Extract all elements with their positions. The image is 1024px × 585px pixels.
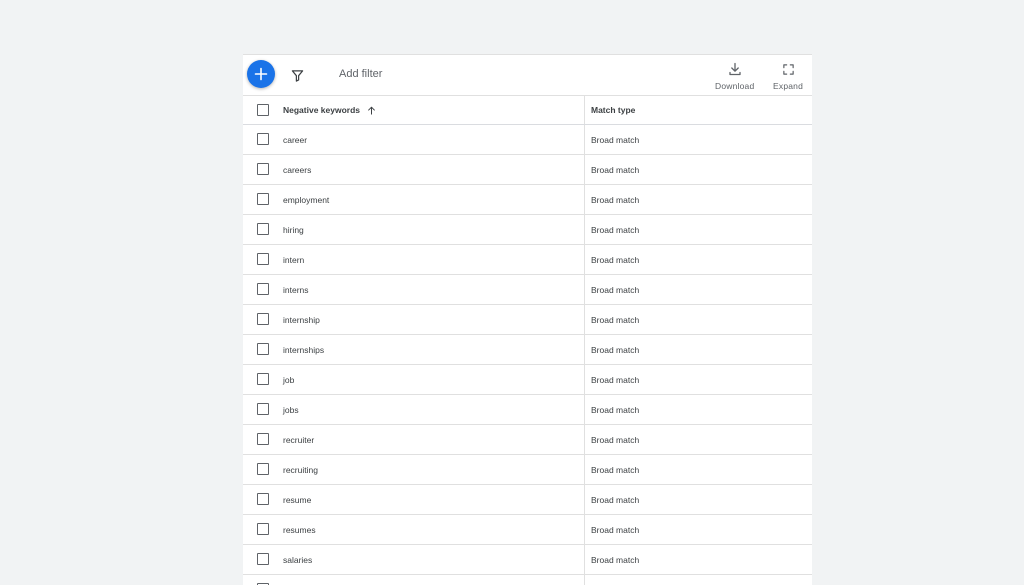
keyword-cell: internship bbox=[283, 314, 320, 325]
keyword-cell: employment bbox=[283, 194, 330, 205]
match-type-cell: Broad match bbox=[584, 575, 812, 585]
select-all-checkbox[interactable] bbox=[257, 104, 269, 116]
match-type-cell: Broad match bbox=[584, 215, 812, 244]
table-row[interactable]: interns Broad match bbox=[243, 275, 812, 305]
table-row[interactable]: recruiter Broad match bbox=[243, 425, 812, 455]
row-checkbox[interactable] bbox=[257, 373, 269, 385]
match-type-cell: Broad match bbox=[584, 395, 812, 424]
table-body: career Broad match careers Broad match emplo… bbox=[243, 125, 812, 585]
table-row[interactable]: resume Broad match bbox=[243, 485, 812, 515]
add-button[interactable] bbox=[247, 60, 275, 88]
keyword-cell: recruiter bbox=[283, 434, 315, 445]
table-row[interactable]: internship Broad match bbox=[243, 305, 812, 335]
expand-label: Expand bbox=[773, 81, 804, 91]
match-type-cell: Broad match bbox=[584, 245, 812, 274]
keyword-cell: jobs bbox=[283, 404, 299, 415]
row-checkbox[interactable] bbox=[257, 343, 269, 355]
keyword-cell: resumes bbox=[283, 524, 316, 535]
keyword-cell: career bbox=[283, 134, 308, 145]
match-type-cell: Broad match bbox=[584, 125, 812, 154]
match-type-cell: Broad match bbox=[584, 185, 812, 214]
table-row[interactable]: salaries Broad match bbox=[243, 545, 812, 575]
keyword-cell: internships bbox=[283, 344, 325, 355]
expand-icon bbox=[780, 61, 796, 77]
match-type-cell: Broad match bbox=[584, 515, 812, 544]
row-checkbox[interactable] bbox=[257, 553, 269, 565]
table-row[interactable]: careers Broad match bbox=[243, 155, 812, 185]
table-row[interactable]: recruiting Broad match bbox=[243, 455, 812, 485]
keyword-cell: salaries bbox=[283, 554, 313, 565]
add-filter-input[interactable]: Add filter bbox=[339, 68, 382, 80]
row-checkbox[interactable] bbox=[257, 523, 269, 535]
table-row[interactable]: internships Broad match bbox=[243, 335, 812, 365]
table-row[interactable]: hiring Broad match bbox=[243, 215, 812, 245]
match-type-cell: Broad match bbox=[584, 455, 812, 484]
match-type-cell: Broad match bbox=[584, 335, 812, 364]
column-header-label: Negative keywords bbox=[283, 105, 361, 115]
keyword-cell: intern bbox=[283, 254, 305, 265]
match-type-cell: Broad match bbox=[584, 545, 812, 574]
keyword-cell: hiring bbox=[283, 224, 304, 235]
match-type-cell: Broad match bbox=[584, 155, 812, 184]
match-type-cell: Broad match bbox=[584, 305, 812, 334]
download-icon bbox=[727, 61, 743, 77]
arrow-up-icon bbox=[366, 105, 376, 115]
table-row[interactable]: jobs Broad match bbox=[243, 395, 812, 425]
column-header-negative-keywords[interactable]: Negative keywords bbox=[283, 96, 376, 124]
row-checkbox[interactable] bbox=[257, 493, 269, 505]
row-checkbox[interactable] bbox=[257, 163, 269, 175]
row-checkbox[interactable] bbox=[257, 313, 269, 325]
row-checkbox[interactable] bbox=[257, 463, 269, 475]
keyword-cell: careers bbox=[283, 164, 312, 175]
row-checkbox[interactable] bbox=[257, 223, 269, 235]
column-header-match-type[interactable]: Match type bbox=[584, 96, 812, 124]
row-checkbox[interactable] bbox=[257, 433, 269, 445]
table-toolbar: Add filter Download Expand bbox=[243, 55, 812, 96]
keywords-table: Negative keywords Match type career Broad… bbox=[243, 96, 812, 585]
table-row[interactable]: salary Broad match bbox=[243, 575, 812, 585]
table-row[interactable]: job Broad match bbox=[243, 365, 812, 395]
negative-keywords-panel: Add filter Download Expand Negative keyw… bbox=[243, 54, 812, 585]
filter-icon bbox=[291, 69, 303, 82]
download-label: Download bbox=[715, 81, 755, 91]
keyword-cell: resume bbox=[283, 494, 312, 505]
row-checkbox[interactable] bbox=[257, 283, 269, 295]
row-checkbox[interactable] bbox=[257, 253, 269, 265]
keyword-cell: salary bbox=[283, 575, 306, 585]
keyword-cell: recruiting bbox=[283, 464, 318, 475]
table-row[interactable]: intern Broad match bbox=[243, 245, 812, 275]
match-type-cell: Broad match bbox=[584, 485, 812, 514]
row-checkbox[interactable] bbox=[257, 403, 269, 415]
row-checkbox[interactable] bbox=[257, 193, 269, 205]
table-row[interactable]: resumes Broad match bbox=[243, 515, 812, 545]
keyword-cell: job bbox=[283, 374, 295, 385]
match-type-cell: Broad match bbox=[584, 275, 812, 304]
download-button[interactable]: Download bbox=[715, 61, 754, 91]
keyword-cell: interns bbox=[283, 284, 309, 295]
filter-button[interactable] bbox=[289, 67, 305, 83]
table-row[interactable]: career Broad match bbox=[243, 125, 812, 155]
table-header-row: Negative keywords Match type bbox=[243, 96, 812, 125]
match-type-cell: Broad match bbox=[584, 365, 812, 394]
row-checkbox[interactable] bbox=[257, 133, 269, 145]
match-type-cell: Broad match bbox=[584, 425, 812, 454]
expand-button[interactable]: Expand bbox=[773, 61, 803, 91]
plus-icon bbox=[254, 67, 268, 81]
table-row[interactable]: employment Broad match bbox=[243, 185, 812, 215]
